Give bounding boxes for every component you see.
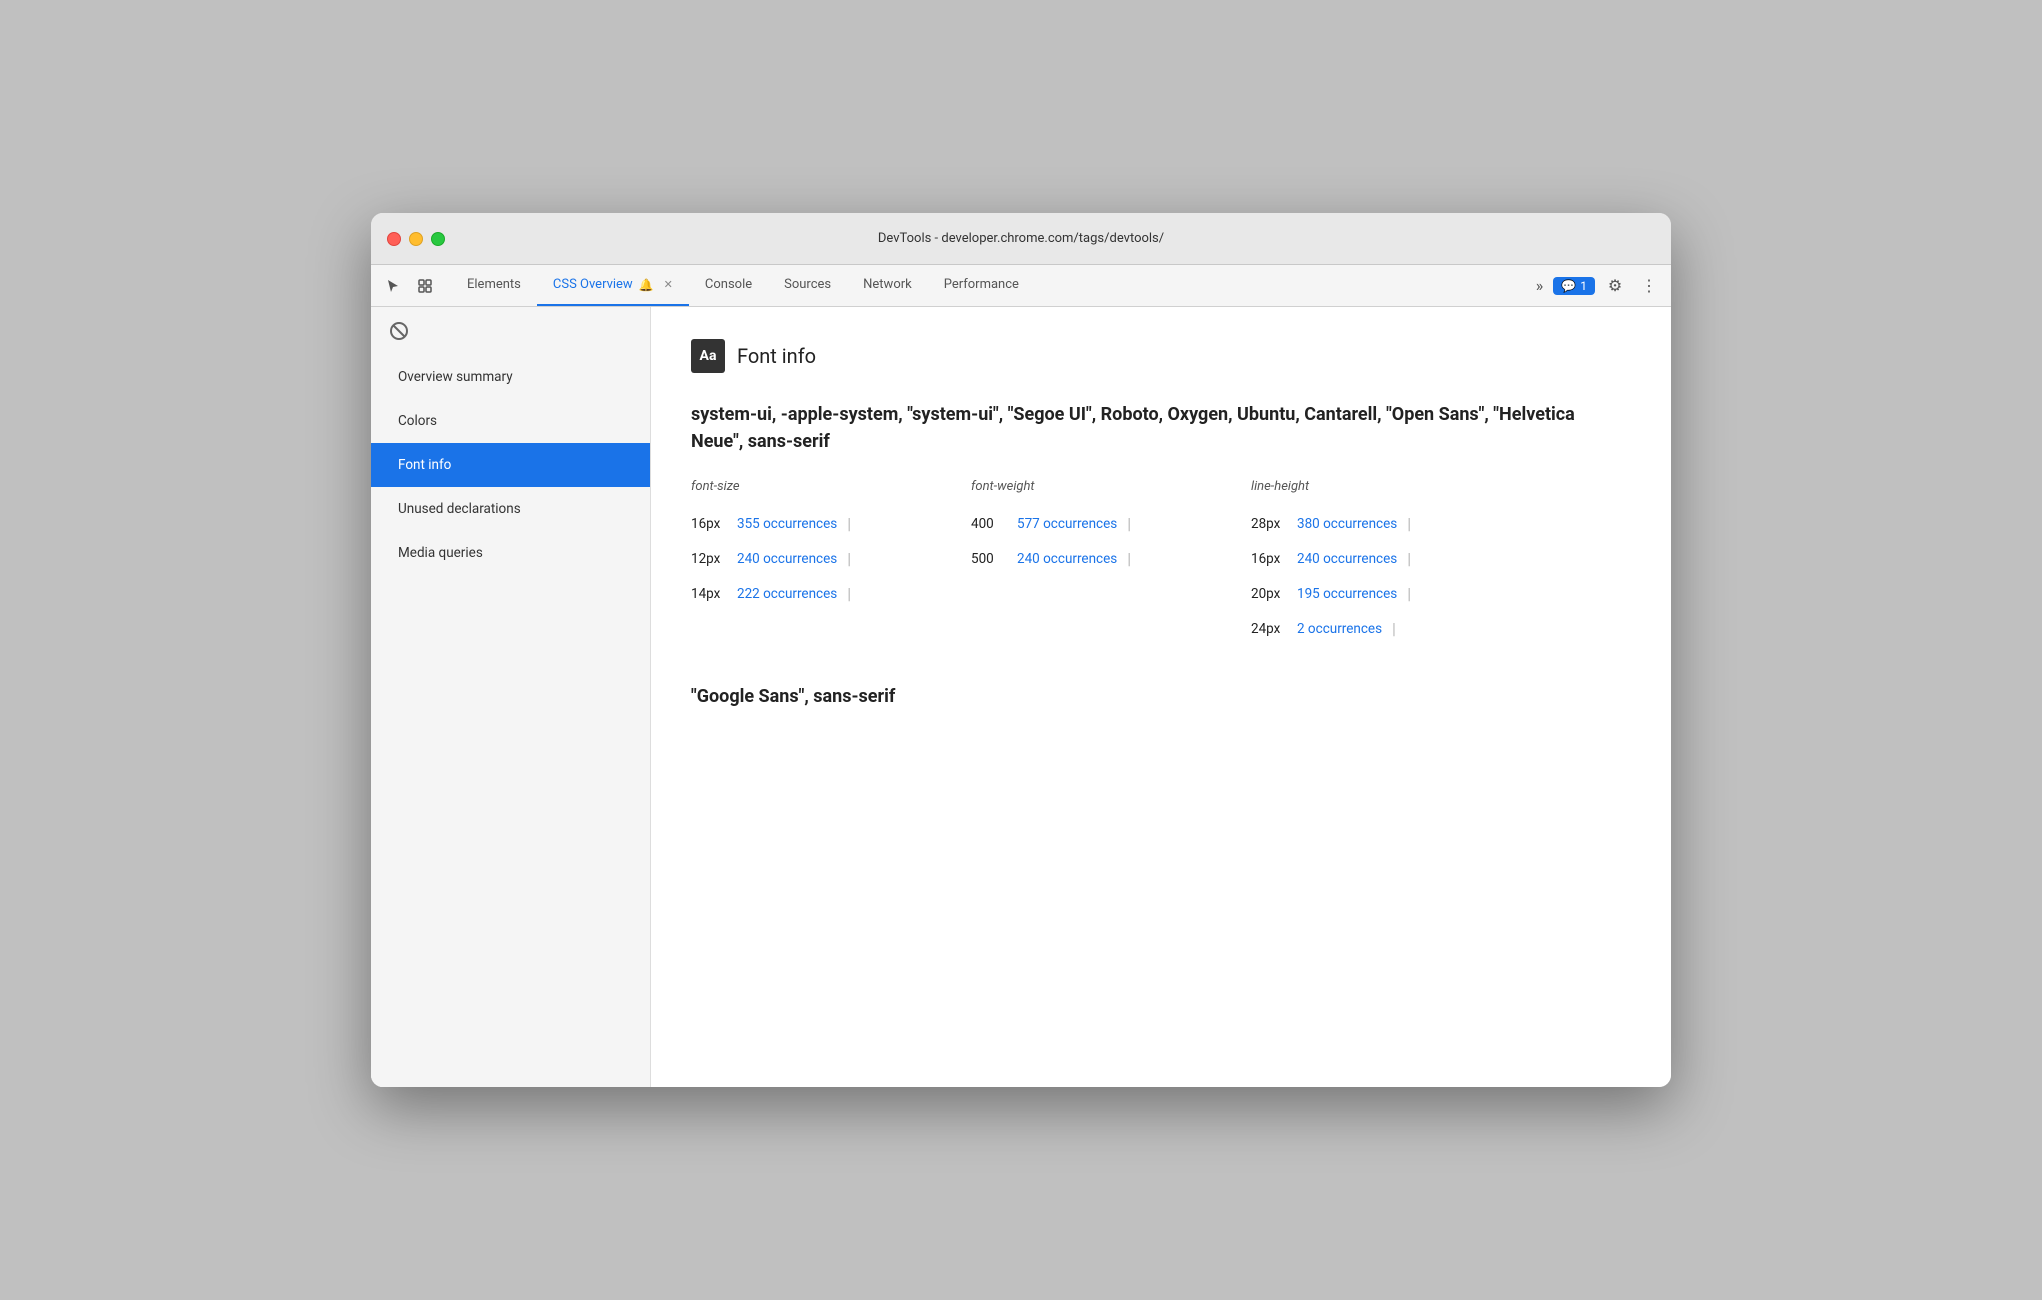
font-size-value-1: 16px (691, 516, 727, 532)
tab-network-label: Network (863, 277, 912, 292)
font-size-occ-3[interactable]: 222 occurrences (737, 586, 837, 602)
sidebar-item-unused-declarations[interactable]: Unused declarations (371, 487, 650, 531)
font-weight-occ-2[interactable]: 240 occurrences (1017, 551, 1117, 567)
font-weight-occ-1[interactable]: 577 occurrences (1017, 516, 1117, 532)
font-family-name-2: "Google Sans", sans-serif (691, 686, 1631, 707)
bar-1: | (847, 514, 851, 533)
main-area: Overview summary Colors Font info Unused… (371, 307, 1671, 1087)
col-header-font-size: font-size (691, 479, 971, 506)
content-panel[interactable]: Aa Font info system-ui, -apple-system, "… (651, 307, 1671, 1087)
sidebar-header (371, 307, 650, 355)
font-weight-row-4 (971, 611, 1251, 646)
tab-sources[interactable]: Sources (768, 265, 847, 306)
font-weight-row-1: 400 577 occurrences | (971, 506, 1251, 541)
bar-3: | (1407, 514, 1411, 533)
font-size-value-3: 14px (691, 586, 727, 602)
bar-2: | (1127, 514, 1131, 533)
inspect-icon[interactable] (411, 272, 439, 300)
maximize-button[interactable] (431, 232, 445, 246)
tab-elements-label: Elements (467, 277, 521, 292)
minimize-button[interactable] (409, 232, 423, 246)
font-weight-value-2: 500 (971, 551, 1007, 567)
tab-close-icon[interactable]: ✕ (664, 278, 673, 291)
font-size-occ-1[interactable]: 355 occurrences (737, 516, 837, 532)
line-height-row-1: 28px 380 occurrences | (1251, 506, 1631, 541)
line-height-occ-4[interactable]: 2 occurrences (1297, 621, 1382, 637)
tab-css-overview-label: CSS Overview (553, 277, 633, 292)
line-height-value-1: 28px (1251, 516, 1287, 532)
font-weight-row-2: 500 240 occurrences | (971, 541, 1251, 576)
line-height-occ-2[interactable]: 240 occurrences (1297, 551, 1397, 567)
toolbar-icons (379, 265, 451, 306)
font-size-occ-2[interactable]: 240 occurrences (737, 551, 837, 567)
font-family-name-1: system-ui, -apple-system, "system-ui", "… (691, 401, 1631, 455)
line-height-row-3: 20px 195 occurrences | (1251, 576, 1631, 611)
font-table-1: font-size font-weight line-height 16px 3… (691, 479, 1631, 646)
bar-4: | (847, 549, 851, 568)
line-height-value-4: 24px (1251, 621, 1287, 637)
font-icon: Aa (691, 339, 725, 373)
sidebar-item-colors[interactable]: Colors (371, 399, 650, 443)
font-weight-value-1: 400 (971, 516, 1007, 532)
bar-7: | (847, 584, 851, 603)
cursor-icon[interactable] (379, 272, 407, 300)
line-height-occ-3[interactable]: 195 occurrences (1297, 586, 1397, 602)
tab-css-overview[interactable]: CSS Overview 🔔 ✕ (537, 265, 689, 306)
font-size-row-1: 16px 355 occurrences | (691, 506, 971, 541)
more-tabs-button[interactable]: » (1532, 276, 1548, 295)
font-size-row-4 (691, 611, 971, 646)
sidebar-item-media-queries[interactable]: Media queries (371, 531, 650, 575)
line-height-occ-1[interactable]: 380 occurrences (1297, 516, 1397, 532)
font-size-row-3: 14px 222 occurrences | (691, 576, 971, 611)
sidebar-item-colors-label: Colors (398, 413, 437, 429)
sidebar-item-overview-summary-label: Overview summary (398, 369, 513, 385)
traffic-lights (387, 232, 445, 246)
line-height-row-4: 24px 2 occurrences | (1251, 611, 1631, 646)
col-header-font-weight: font-weight (971, 479, 1251, 506)
title-bar: DevTools - developer.chrome.com/tags/dev… (371, 213, 1671, 265)
section-title: Font info (737, 344, 816, 368)
notification-button[interactable]: 💬 1 (1553, 277, 1595, 295)
sidebar-item-unused-declarations-label: Unused declarations (398, 501, 521, 517)
tab-list: Elements CSS Overview 🔔 ✕ Console Source… (451, 265, 1524, 306)
bar-6: | (1407, 549, 1411, 568)
tab-console[interactable]: Console (689, 265, 768, 306)
window-title: DevTools - developer.chrome.com/tags/dev… (878, 231, 1164, 246)
tab-console-label: Console (705, 277, 752, 292)
font-weight-row-3 (971, 576, 1251, 611)
devtools-window: DevTools - developer.chrome.com/tags/dev… (371, 213, 1671, 1087)
bar-8: | (1407, 584, 1411, 603)
tab-performance[interactable]: Performance (928, 265, 1035, 306)
line-height-value-2: 16px (1251, 551, 1287, 567)
tab-network[interactable]: Network (847, 265, 928, 306)
toolbar: Elements CSS Overview 🔔 ✕ Console Source… (371, 265, 1671, 307)
font-size-row-2: 12px 240 occurrences | (691, 541, 971, 576)
notification-count: 1 (1580, 279, 1587, 293)
tab-elements[interactable]: Elements (451, 265, 537, 306)
block-icon[interactable] (387, 319, 411, 343)
sidebar: Overview summary Colors Font info Unused… (371, 307, 651, 1087)
close-button[interactable] (387, 232, 401, 246)
tab-performance-label: Performance (944, 277, 1019, 292)
line-height-value-3: 20px (1251, 586, 1287, 602)
section-header: Aa Font info (691, 339, 1631, 373)
sidebar-item-media-queries-label: Media queries (398, 545, 483, 561)
line-height-row-2: 16px 240 occurrences | (1251, 541, 1631, 576)
settings-icon[interactable]: ⚙ (1601, 272, 1629, 300)
sidebar-item-overview-summary[interactable]: Overview summary (371, 355, 650, 399)
toolbar-right: » 💬 1 ⚙ ⋮ (1524, 265, 1663, 306)
sidebar-item-font-info[interactable]: Font info (371, 443, 650, 487)
warning-icon: 🔔 (639, 278, 654, 292)
font-size-value-2: 12px (691, 551, 727, 567)
sidebar-nav: Overview summary Colors Font info Unused… (371, 355, 650, 1087)
menu-icon[interactable]: ⋮ (1635, 272, 1663, 300)
tab-sources-label: Sources (784, 277, 831, 292)
col-header-line-height: line-height (1251, 479, 1631, 506)
bar-5: | (1127, 549, 1131, 568)
sidebar-item-font-info-label: Font info (398, 457, 451, 473)
notification-chat-icon: 💬 (1561, 279, 1576, 293)
bar-9: | (1392, 619, 1396, 638)
